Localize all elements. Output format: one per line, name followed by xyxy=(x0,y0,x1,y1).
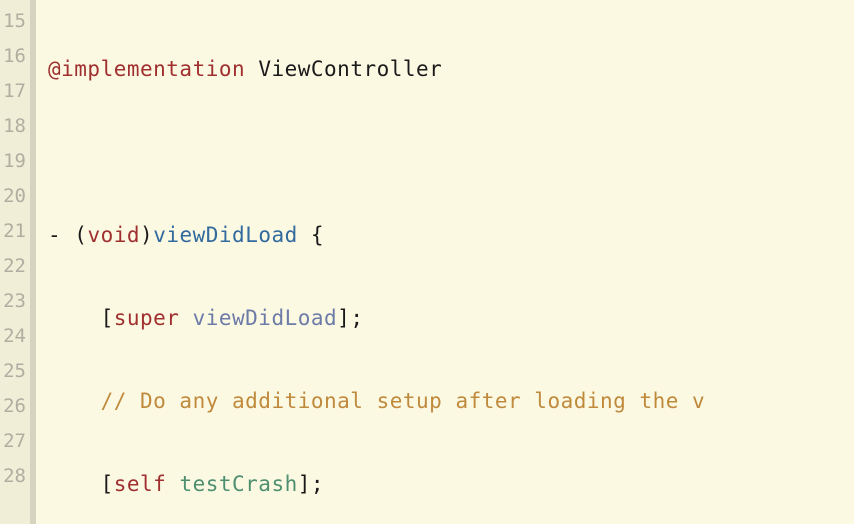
code-line[interactable]: [self testCrash]; xyxy=(48,467,854,502)
line-number: 27 xyxy=(0,424,30,459)
line-number: 26 xyxy=(0,389,30,424)
code-line[interactable]: @implementation ViewController xyxy=(48,52,854,87)
line-number: 25 xyxy=(0,354,30,389)
method-prefix: - xyxy=(48,223,74,247)
code-line[interactable]: [super viewDidLoad]; xyxy=(48,301,854,336)
line-number: 28 xyxy=(0,459,30,494)
message-send: testCrash xyxy=(179,472,297,496)
code-editor[interactable]: @implementation ViewController - (void)v… xyxy=(36,0,854,524)
line-number: 24 xyxy=(0,319,30,354)
code-line[interactable] xyxy=(48,135,854,170)
code-line[interactable]: - (void)viewDidLoad { xyxy=(48,218,854,253)
line-number: 19 xyxy=(0,144,30,179)
method-name: viewDidLoad xyxy=(153,223,298,247)
code-line[interactable]: // Do any additional setup after loading… xyxy=(48,384,854,419)
line-number: 21 xyxy=(0,214,30,249)
line-number: 23 xyxy=(0,284,30,319)
comment: // Do any additional setup after loading… xyxy=(101,389,706,413)
keyword-implementation: @implementation xyxy=(48,57,245,81)
line-number: 16 xyxy=(0,39,30,74)
keyword-self: self xyxy=(114,472,167,496)
line-number: 17 xyxy=(0,74,30,109)
return-type: void xyxy=(87,223,140,247)
line-number: 22 xyxy=(0,249,30,284)
message-send: viewDidLoad xyxy=(193,306,338,330)
keyword-super: super xyxy=(114,306,180,330)
line-number: 18 xyxy=(0,109,30,144)
line-number: 15 xyxy=(0,4,30,39)
class-name: ViewController xyxy=(258,57,442,81)
line-number-gutter: 1516171819202122232425262728 xyxy=(0,0,36,524)
line-number: 20 xyxy=(0,179,30,214)
